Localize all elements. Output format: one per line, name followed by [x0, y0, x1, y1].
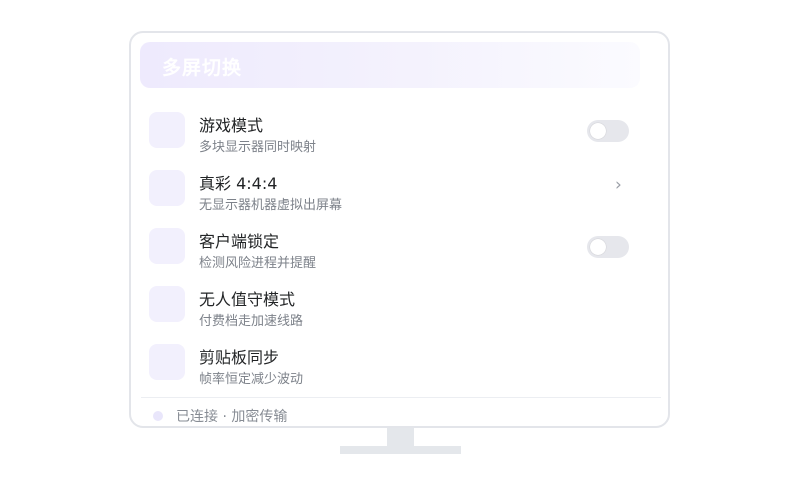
monitor-frame: 多屏切换 游戏模式 多块显示器同时映射 真彩 4:4:4 无显示器机器虚拟出屏幕…	[129, 31, 670, 428]
unattended-icon	[149, 286, 185, 322]
game-mode-icon	[149, 112, 185, 148]
monitor-stand-neck	[387, 428, 414, 446]
page-title: 多屏切换	[162, 57, 243, 79]
monitor-stand-base	[340, 446, 461, 454]
setting-title: 游戏模式	[199, 116, 264, 135]
client-lock-icon	[149, 228, 185, 264]
setting-row-client-lock[interactable]: 客户端锁定 检测风险进程并提醒	[131, 225, 668, 275]
clipboard-icon	[149, 344, 185, 380]
setting-title: 客户端锁定	[199, 232, 280, 251]
setting-subtitle: 付费档走加速线路	[199, 314, 304, 329]
toggle-knob	[590, 239, 606, 255]
toggle-knob	[590, 123, 606, 139]
setting-subtitle: 多块显示器同时映射	[199, 140, 317, 155]
chevron-right-icon[interactable]: ›	[615, 175, 622, 195]
setting-title: 无人值守模式	[199, 290, 296, 309]
status-text: 已连接 · 加密传输	[176, 409, 288, 425]
footer-divider	[141, 397, 661, 398]
setting-row-game-mode[interactable]: 游戏模式 多块显示器同时映射	[131, 109, 668, 159]
setting-row-true-color[interactable]: 真彩 4:4:4 无显示器机器虚拟出屏幕 ›	[131, 167, 668, 217]
panel-header: 多屏切换	[140, 42, 640, 88]
game-mode-toggle[interactable]	[587, 120, 629, 142]
true-color-icon	[149, 170, 185, 206]
client-lock-toggle[interactable]	[587, 236, 629, 258]
setting-title: 剪贴板同步	[199, 348, 280, 367]
setting-subtitle: 帧率恒定减少波动	[199, 372, 304, 387]
setting-subtitle: 检测风险进程并提醒	[199, 256, 317, 271]
setting-row-unattended[interactable]: 无人值守模式 付费档走加速线路	[131, 283, 668, 333]
setting-row-clipboard[interactable]: 剪贴板同步 帧率恒定减少波动	[131, 341, 668, 391]
setting-subtitle: 无显示器机器虚拟出屏幕	[199, 198, 343, 213]
setting-title: 真彩 4:4:4	[199, 174, 278, 193]
status-dot-icon	[153, 411, 163, 421]
